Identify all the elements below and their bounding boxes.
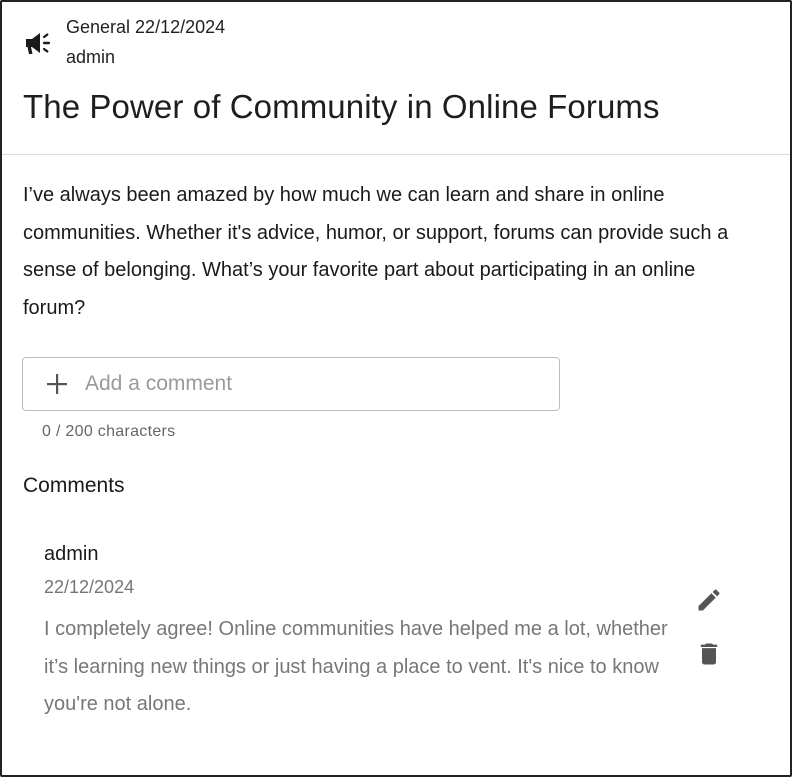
post-title: The Power of Community in Online Forums (23, 88, 660, 125)
delete-comment-button[interactable] (692, 639, 726, 673)
comment-text: I completely agree! Online communities h… (44, 618, 668, 715)
comment-input-box[interactable] (22, 357, 560, 411)
megaphone-icon (24, 29, 54, 57)
trash-icon[interactable] (695, 640, 723, 673)
post-body: I’ve always been amazed by how much we c… (23, 184, 729, 319)
post-meta: General 22/12/2024 (66, 15, 225, 39)
edit-comment-button[interactable] (692, 585, 726, 619)
post-date: 22/12/2024 (135, 17, 226, 37)
plus-icon[interactable] (46, 373, 68, 395)
comment-input[interactable] (85, 364, 545, 404)
character-counter: 0 / 200 characters (42, 423, 176, 440)
comment-date: 22/12/2024 (44, 577, 135, 597)
post-author[interactable]: admin (66, 45, 115, 69)
pencil-icon[interactable] (695, 586, 723, 619)
post-category[interactable]: General (66, 17, 130, 37)
comment-item: admin 22/12/2024 I completely agree! Onl… (44, 537, 744, 737)
comments-heading: Comments (23, 474, 125, 497)
comment-author[interactable]: admin (44, 541, 98, 567)
post-header: General 22/12/2024 admin The Power of Com… (2, 2, 790, 155)
post-card: General 22/12/2024 admin The Power of Com… (0, 0, 792, 777)
